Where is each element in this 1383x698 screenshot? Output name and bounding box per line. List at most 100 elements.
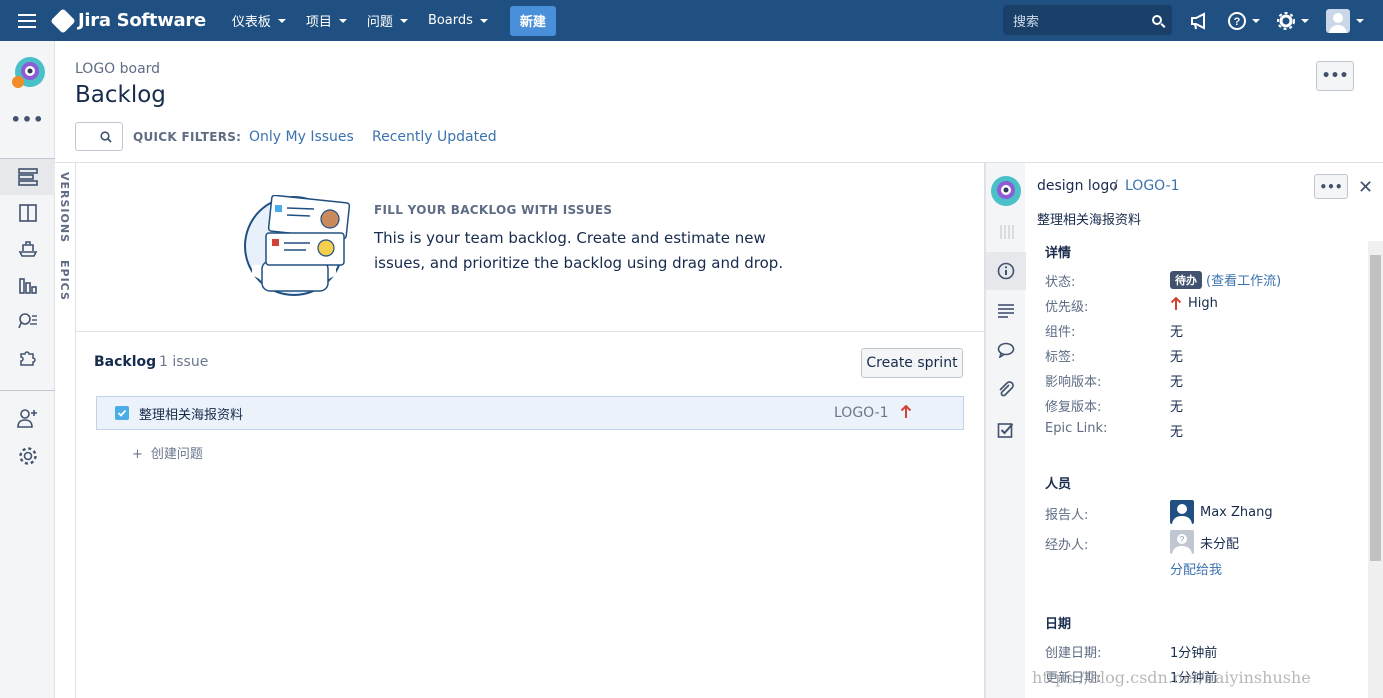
quick-filter-recently-updated[interactable]: Recently Updated [372,129,497,145]
breadcrumb-project[interactable]: design logo [1037,178,1118,194]
help-button[interactable]: ? [1228,0,1260,41]
field-fix-version-label: 修复版本: [1045,400,1102,415]
dates-section-title: 日期 [1045,617,1072,632]
priority-text: High [1188,296,1218,311]
issue-summary: 整理相关海报资料 [139,407,244,423]
paperclip-icon [999,381,1014,397]
avatar: ? [1170,530,1194,554]
settings-button[interactable] [1277,0,1309,41]
tab-epics[interactable]: EPICS [58,260,71,301]
sidebar-divider [0,390,55,391]
nav-dashboards[interactable]: 仪表板 [224,0,294,41]
comment-icon [997,342,1015,358]
search-input[interactable]: 搜索 [1003,5,1172,35]
status-badge[interactable]: 待办 [1170,270,1202,289]
field-assignee-value[interactable]: ? 未分配 [1170,530,1239,554]
sidebar-item-settings[interactable] [0,438,55,474]
info-icon [997,262,1015,280]
field-created-label: 创建日期: [1045,646,1102,661]
gear-icon [18,447,37,465]
sidebar-item-reports[interactable] [0,267,55,303]
tab-details[interactable] [986,252,1026,290]
assign-to-me-link[interactable]: 分配给我 [1170,559,1222,578]
svg-text:?: ? [1234,16,1241,28]
chevron-down-icon [1356,18,1364,23]
empty-backlog-illustration [242,194,352,296]
detail-panel-tabs [985,163,1026,698]
field-components-value[interactable]: 无 [1170,321,1183,340]
sidebar-item-issues[interactable] [0,303,55,339]
field-status-value[interactable]: 待办 (查看工作流) [1170,270,1281,289]
drag-handle-icon[interactable] [986,213,1026,251]
issue-summary[interactable]: 整理相关海报资料 [1037,209,1141,228]
field-labels-value[interactable]: 无 [1170,346,1183,365]
tab-subtasks[interactable] [986,411,1026,449]
ellipsis-glyph: ••• [10,109,45,129]
avatar [1170,500,1194,524]
board-name[interactable]: LOGO board [75,61,160,77]
tab-versions[interactable]: VERSIONS [58,172,71,243]
issue-key[interactable]: LOGO-1 [834,405,889,421]
nav-boards[interactable]: Boards [420,0,496,41]
chevron-down-icon [277,18,286,23]
view-workflow-link[interactable]: (查看工作流) [1206,270,1281,289]
project-sidebar: ••• [0,41,55,698]
field-reporter-value[interactable]: Max Zhang [1170,500,1273,524]
sidebar-item-releases[interactable] [0,231,55,267]
field-epic-link-label: Epic Link: [1045,421,1108,436]
svg-text:?: ? [1180,535,1185,544]
ship-icon [18,241,37,257]
quick-filter-only-my-issues[interactable]: Only My Issues [249,129,354,145]
watermark: https://blog.csdn.net/haiyinshushe [1032,668,1311,687]
app-logo[interactable]: Jira Software [50,7,206,34]
details-section-title: 详情 [1045,246,1072,261]
backlog-filter-input[interactable] [75,122,123,151]
chevron-down-icon [479,18,488,23]
chart-icon [18,278,37,294]
close-icon[interactable]: ✕ [1358,177,1373,198]
tab-attachments[interactable] [986,371,1026,409]
nav-projects-label: 项目 [305,15,332,30]
create-sprint-button[interactable]: Create sprint [861,348,963,378]
breadcrumb-issue-key[interactable]: LOGO-1 [1125,178,1180,194]
field-priority-label: 优先级: [1045,300,1089,315]
nav-dashboards-label: 仪表板 [231,15,271,30]
quick-filters-label: QUICK FILTERS: [133,130,242,144]
assignee-name: 未分配 [1200,536,1240,552]
field-epic-link-value[interactable]: 无 [1170,421,1183,440]
search-placeholder: 搜索 [1013,14,1040,30]
field-priority-value[interactable]: High [1170,296,1218,311]
menu-icon[interactable] [0,0,54,41]
search-icon [1152,15,1162,25]
text-lines-icon [998,304,1014,318]
feedback-button[interactable] [1190,0,1210,41]
side-tabs-divider [75,163,76,698]
project-avatar-icon [11,57,45,88]
field-fix-version-value[interactable]: 无 [1170,396,1183,415]
field-labels-label: 标签: [1045,350,1076,365]
profile-button[interactable] [1326,0,1364,41]
create-issue-link[interactable]: + 创建问题 [132,443,203,462]
backlog-issue-row[interactable]: 整理相关海报资料 LOGO-1 [96,396,964,430]
detail-project-avatar [986,171,1026,211]
field-affects-version-value[interactable]: 无 [1170,371,1183,390]
backlog-title: Backlog [94,354,157,370]
add-user-icon [16,409,37,428]
tab-comments[interactable] [986,331,1026,369]
board-more-button[interactable]: ••• [1316,61,1354,91]
nav-issues[interactable]: 问题 [359,0,416,41]
issue-more-button[interactable]: ••• [1314,174,1348,199]
empty-state-divider [76,331,984,332]
more-icon[interactable]: ••• [0,101,55,137]
detail-scrollbar-thumb[interactable] [1370,255,1381,561]
checkbox-icon [997,423,1014,438]
nav-projects[interactable]: 项目 [298,0,355,41]
create-button[interactable]: 新建 [509,5,556,36]
sidebar-item-backlog[interactable] [0,159,55,195]
board-icon [18,204,37,222]
sidebar-item-components[interactable] [0,339,55,375]
sidebar-item-active-sprints[interactable] [0,195,55,231]
sidebar-item-add-people[interactable] [0,400,55,436]
tab-description[interactable] [986,292,1026,330]
project-avatar[interactable] [0,53,55,93]
